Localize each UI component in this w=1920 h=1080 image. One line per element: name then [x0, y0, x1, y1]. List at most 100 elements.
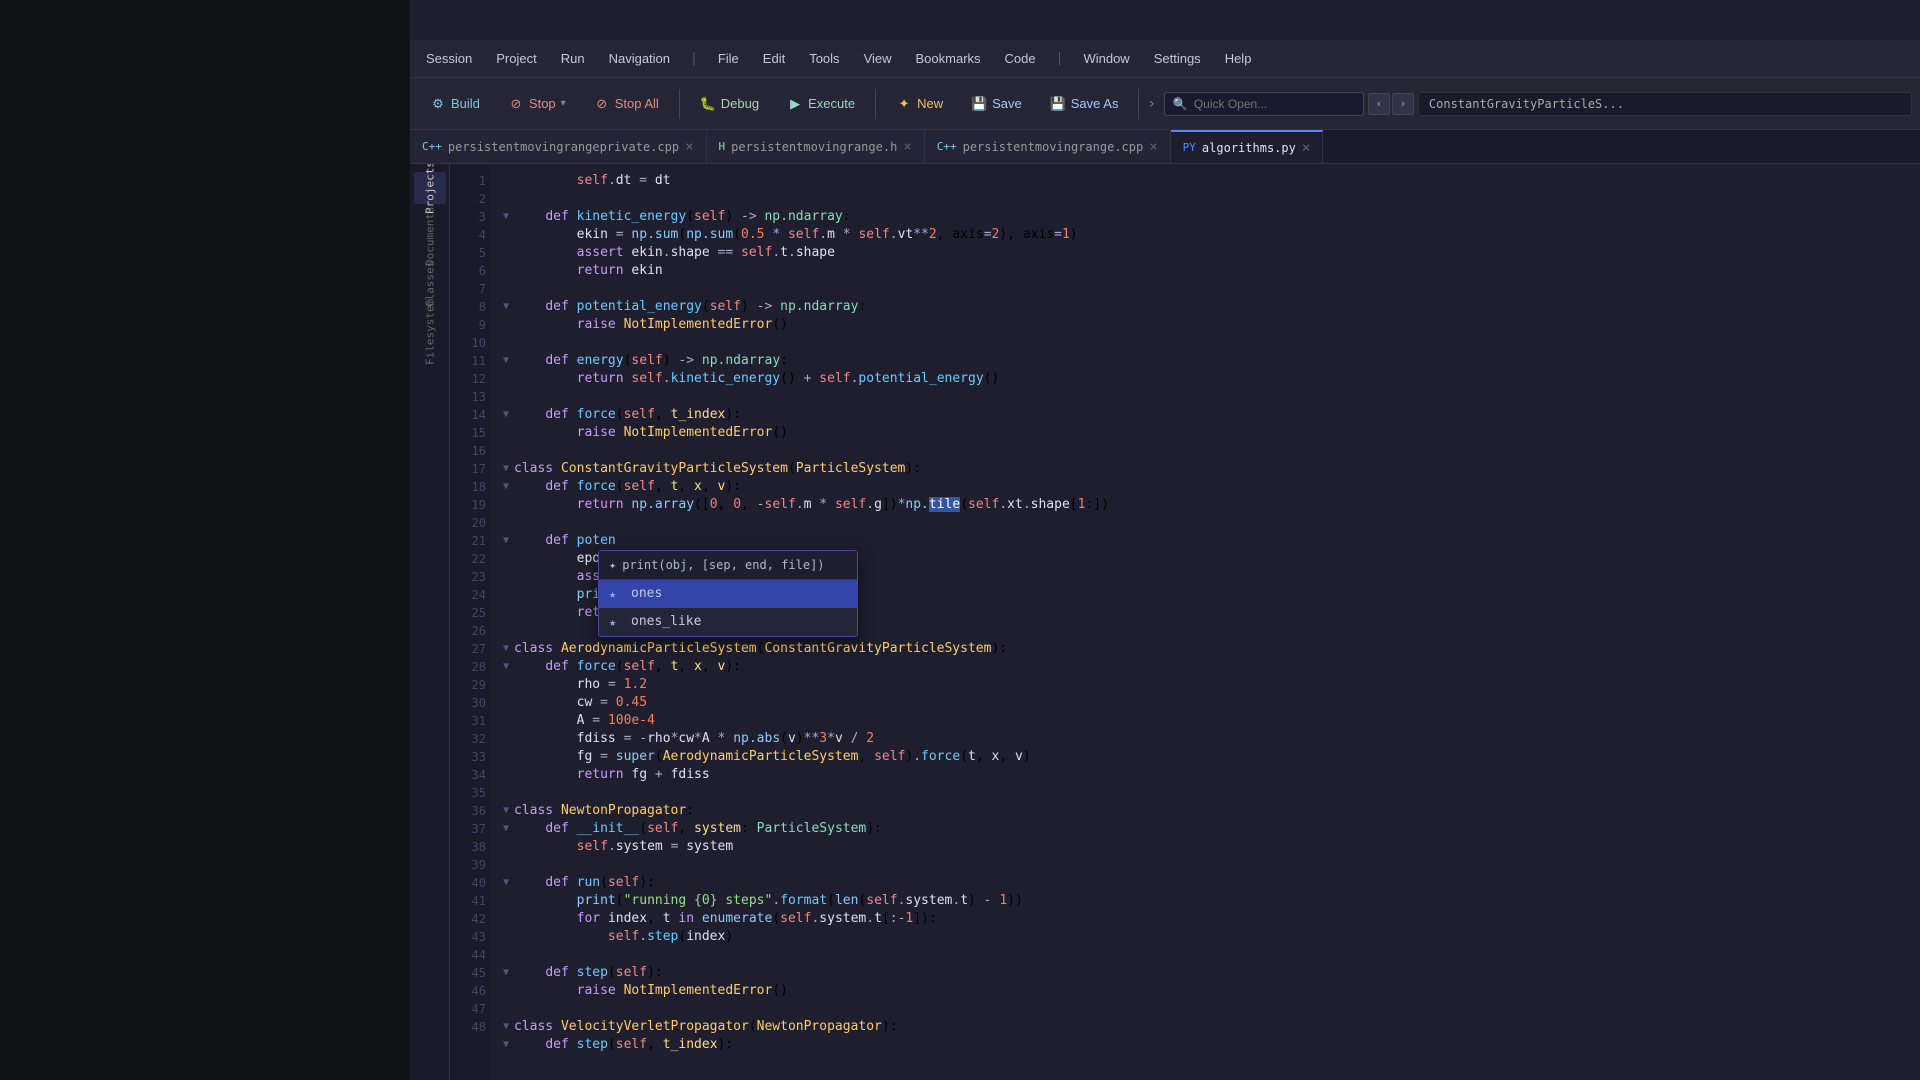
- autocomplete-popup[interactable]: ✦ print(obj, [sep, end, file]) ★ ones ★ …: [598, 550, 858, 637]
- tab-persistentmovingrangecpp[interactable]: C++ persistentmovingrange.cpp ×: [925, 130, 1171, 163]
- code-line: [498, 784, 1920, 802]
- toolbar-sep1: [679, 89, 680, 119]
- code-line: self.system = system: [498, 838, 1920, 856]
- menu-tools[interactable]: Tools: [805, 49, 843, 68]
- code-line: ▼ class VelocityVerletPropagator(NewtonP…: [498, 1018, 1920, 1036]
- stop-button[interactable]: ⊘ Stop ▾: [496, 90, 578, 118]
- execute-icon: ▶: [787, 96, 803, 112]
- code-line: A = 100e-4: [498, 712, 1920, 730]
- menu-bookmarks[interactable]: Bookmarks: [912, 49, 985, 68]
- save-as-icon: 💾: [1050, 96, 1066, 112]
- code-line: [498, 442, 1920, 460]
- tab-persistentmovingrangeh[interactable]: H persistentmovingrange.h ×: [707, 130, 925, 163]
- ac-item-ones[interactable]: ★ ones: [599, 580, 857, 608]
- ac-header: ✦ print(obj, [sep, end, file]): [599, 551, 857, 580]
- menu-bar: Session Project Run Navigation | File Ed…: [410, 40, 1920, 78]
- menu-code[interactable]: Code: [1001, 49, 1040, 68]
- code-editor[interactable]: 12345 678910 1112131415 1617181920 21222…: [450, 164, 1920, 1080]
- save-icon: 💾: [971, 96, 987, 112]
- menu-file[interactable]: File: [714, 49, 743, 68]
- tab-close-1[interactable]: ×: [685, 140, 693, 154]
- execute-button[interactable]: ▶ Execute: [775, 90, 867, 118]
- menu-help[interactable]: Help: [1221, 49, 1256, 68]
- menu-view[interactable]: View: [860, 49, 896, 68]
- code-line: return self.kinetic_energy() + self.pote…: [498, 370, 1920, 388]
- ac-trigger-icon: ✦: [609, 556, 616, 574]
- ac-icon-ones-like: ★: [609, 613, 623, 631]
- tab-close-2[interactable]: ×: [903, 140, 911, 154]
- code-line: fdiss = -rho*cw*A * np.abs(v)**3*v / 2: [498, 730, 1920, 748]
- build-button[interactable]: ⚙ Build: [418, 90, 492, 118]
- code-line: self.step(index): [498, 928, 1920, 946]
- code-line: raise NotImplementedError(): [498, 316, 1920, 334]
- sidebar-item-classes[interactable]: Classes: [414, 268, 446, 300]
- line-numbers: 12345 678910 1112131415 1617181920 21222…: [450, 164, 490, 1080]
- stop-all-icon: ⊘: [594, 96, 610, 112]
- save-button[interactable]: 💾 Save: [959, 90, 1034, 118]
- tab-icon-cpp1: C++: [422, 140, 442, 153]
- tab-algorithms-py[interactable]: PY algorithms.py ×: [1171, 130, 1324, 163]
- code-text-area[interactable]: self.dt = dt ▼ def kinetic_energy(self) …: [490, 164, 1920, 1080]
- code-line: ▼ def potential_energy(self) -> np.ndarr…: [498, 298, 1920, 316]
- new-button[interactable]: ✦ New: [884, 90, 955, 118]
- menu-run[interactable]: Run: [557, 49, 589, 68]
- code-line: [498, 190, 1920, 208]
- nav-back-button[interactable]: ‹: [1368, 93, 1390, 115]
- code-line: ▼ def __init__(self, system: ParticleSys…: [498, 820, 1920, 838]
- code-line: [498, 1000, 1920, 1018]
- menu-settings[interactable]: Settings: [1150, 49, 1205, 68]
- code-line: fg = super(AerodynamicParticleSystem, se…: [498, 748, 1920, 766]
- new-icon: ✦: [896, 96, 912, 112]
- nav-arrows: ‹ ›: [1368, 93, 1414, 115]
- toolbar-sep3: [1138, 89, 1139, 119]
- code-line: ▼ class NewtonPropagator:: [498, 802, 1920, 820]
- side-panel: Projects Documents Classes Filesystem: [410, 164, 450, 1080]
- code-line: ekin = np.sum(np.sum(0.5 * self.m * self…: [498, 226, 1920, 244]
- tab-close-4[interactable]: ×: [1302, 141, 1310, 155]
- left-background: [0, 0, 410, 1080]
- nav-forward-button[interactable]: ›: [1392, 93, 1414, 115]
- code-line: [498, 388, 1920, 406]
- stop-all-button[interactable]: ⊘ Stop All: [582, 90, 671, 118]
- ac-icon-ones: ★: [609, 585, 623, 603]
- toolbar: ⚙ Build ⊘ Stop ▾ ⊘ Stop All 🐛 Debug ▶ Ex…: [410, 78, 1920, 130]
- code-line: [498, 856, 1920, 874]
- sidebar-item-projects[interactable]: Projects: [414, 172, 446, 204]
- menu-edit[interactable]: Edit: [759, 49, 789, 68]
- menu-project[interactable]: Project: [492, 49, 540, 68]
- ide-container: Session Project Run Navigation | File Ed…: [410, 40, 1920, 1080]
- code-line: [498, 334, 1920, 352]
- code-line: raise NotImplementedError(): [498, 424, 1920, 442]
- ac-trigger-text: print(obj, [sep, end, file]): [622, 556, 824, 574]
- tab-icon-cpp2: C++: [937, 140, 957, 153]
- save-as-button[interactable]: 💾 Save As: [1038, 90, 1131, 118]
- code-line: ▼ def kinetic_energy(self) -> np.ndarray…: [498, 208, 1920, 226]
- ac-label-ones: ones: [631, 585, 662, 603]
- code-line: ▼ def force(self, t_index):: [498, 406, 1920, 424]
- search-icon: 🔍: [1173, 97, 1188, 111]
- breadcrumb: ConstantGravityParticleS...: [1418, 92, 1912, 116]
- menu-session[interactable]: Session: [422, 49, 476, 68]
- ac-item-ones-like[interactable]: ★ ones_like: [599, 608, 857, 636]
- code-line: cw = 0.45: [498, 694, 1920, 712]
- debug-button[interactable]: 🐛 Debug: [688, 90, 771, 118]
- code-line: ▼ def force(self, t, x, v):: [498, 658, 1920, 676]
- code-line: self.dt = dt: [498, 172, 1920, 190]
- code-line: raise NotImplementedError(): [498, 982, 1920, 1000]
- more-arrow[interactable]: ›: [1147, 96, 1155, 112]
- menu-sep2: |: [1056, 51, 1064, 66]
- code-line: return fg + fdiss: [498, 766, 1920, 784]
- ac-label-ones-like: ones_like: [631, 613, 701, 631]
- menu-window[interactable]: Window: [1079, 49, 1133, 68]
- code-line: ▼ def step(self):: [498, 964, 1920, 982]
- code-line: ▼ def poten ✦ print(obj, [sep, end, file…: [498, 532, 1920, 550]
- sidebar-item-documents[interactable]: Documents: [414, 220, 446, 252]
- code-line: for index, t in enumerate(self.system.t[…: [498, 910, 1920, 928]
- code-line: ▼ class AerodynamicParticleSystem(Consta…: [498, 640, 1920, 658]
- sidebar-item-filesystem[interactable]: Filesystem: [414, 316, 446, 348]
- tab-persistentmovingrangeprivate[interactable]: C++ persistentmovingrangeprivate.cpp ×: [410, 130, 707, 163]
- quick-open-input[interactable]: [1194, 97, 1355, 111]
- menu-navigation[interactable]: Navigation: [605, 49, 674, 68]
- tab-close-3[interactable]: ×: [1149, 140, 1157, 154]
- toolbar-sep2: [875, 89, 876, 119]
